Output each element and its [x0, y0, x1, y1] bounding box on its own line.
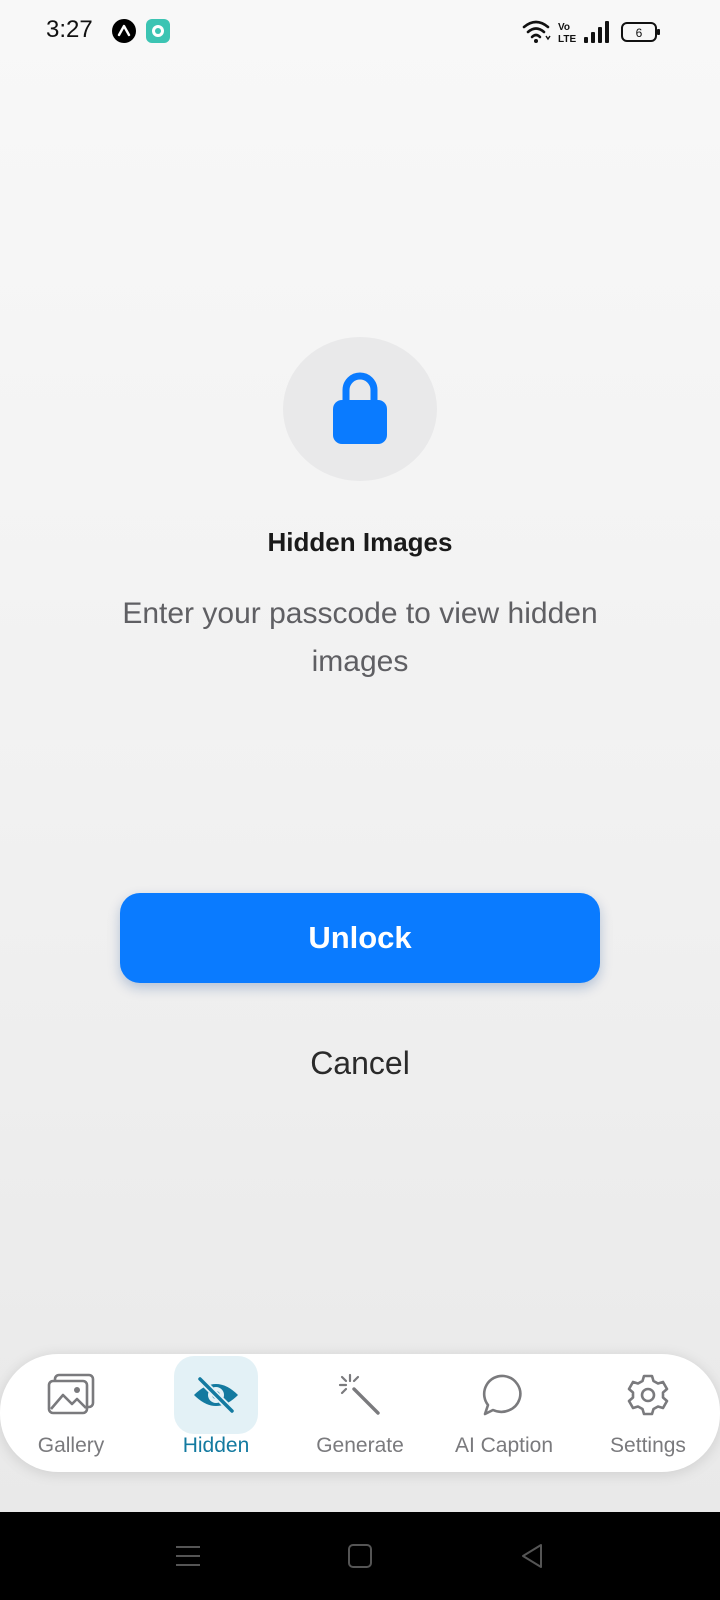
passcode-input[interactable]: [60, 770, 660, 832]
tab-hidden[interactable]: Hidden: [146, 1354, 286, 1472]
page-title: Hidden Images: [267, 527, 453, 557]
page-subtitle: Enter your passcode to view hidden image…: [122, 597, 598, 678]
gallery-icon: [29, 1356, 113, 1434]
status-time: 3:27: [46, 16, 93, 43]
tab-label-generate: Generate: [316, 1434, 404, 1457]
volte-icon: Vo LTE: [558, 22, 576, 45]
lock-icon: [330, 368, 390, 451]
home-icon[interactable]: [340, 1538, 380, 1574]
eye-off-icon: [174, 1356, 258, 1434]
app-a-icon: [112, 19, 136, 43]
tab-label-hidden: Hidden: [182, 1434, 250, 1457]
signal-icon: [584, 21, 609, 43]
tab-label-ai-caption: AI Caption: [454, 1434, 554, 1457]
svg-text:Vo: Vo: [558, 22, 570, 33]
svg-text:LTE: LTE: [558, 34, 576, 45]
tab-generate[interactable]: Generate: [290, 1354, 430, 1472]
svg-text:6: 6: [636, 26, 643, 40]
tab-settings[interactable]: Settings: [578, 1354, 718, 1472]
menu-icon[interactable]: [168, 1538, 208, 1574]
tab-ai-caption[interactable]: AI Caption: [434, 1354, 574, 1472]
cancel-button[interactable]: Cancel: [0, 1045, 720, 1082]
bottom-tab-bar: Gallery Hidden Generate AI Caption Setti…: [0, 1354, 720, 1472]
gear-icon: [606, 1356, 690, 1434]
tab-gallery[interactable]: Gallery: [1, 1354, 141, 1472]
chat-app-icon: [146, 19, 170, 43]
lock-badge: [283, 337, 437, 481]
battery-icon: 6: [621, 22, 660, 42]
tab-label-gallery: Gallery: [37, 1434, 105, 1457]
unlock-button[interactable]: Unlock: [120, 893, 600, 983]
magic-wand-icon: [318, 1356, 402, 1434]
chat-bubble-icon: [462, 1356, 546, 1434]
wifi-icon: [522, 20, 551, 43]
system-nav-bar: [0, 1512, 720, 1600]
tab-label-settings: Settings: [610, 1434, 686, 1457]
back-icon[interactable]: [512, 1538, 552, 1574]
status-bar: 3:27 Vo LTE 6: [0, 0, 720, 64]
status-icons: Vo LTE 6: [522, 18, 672, 46]
